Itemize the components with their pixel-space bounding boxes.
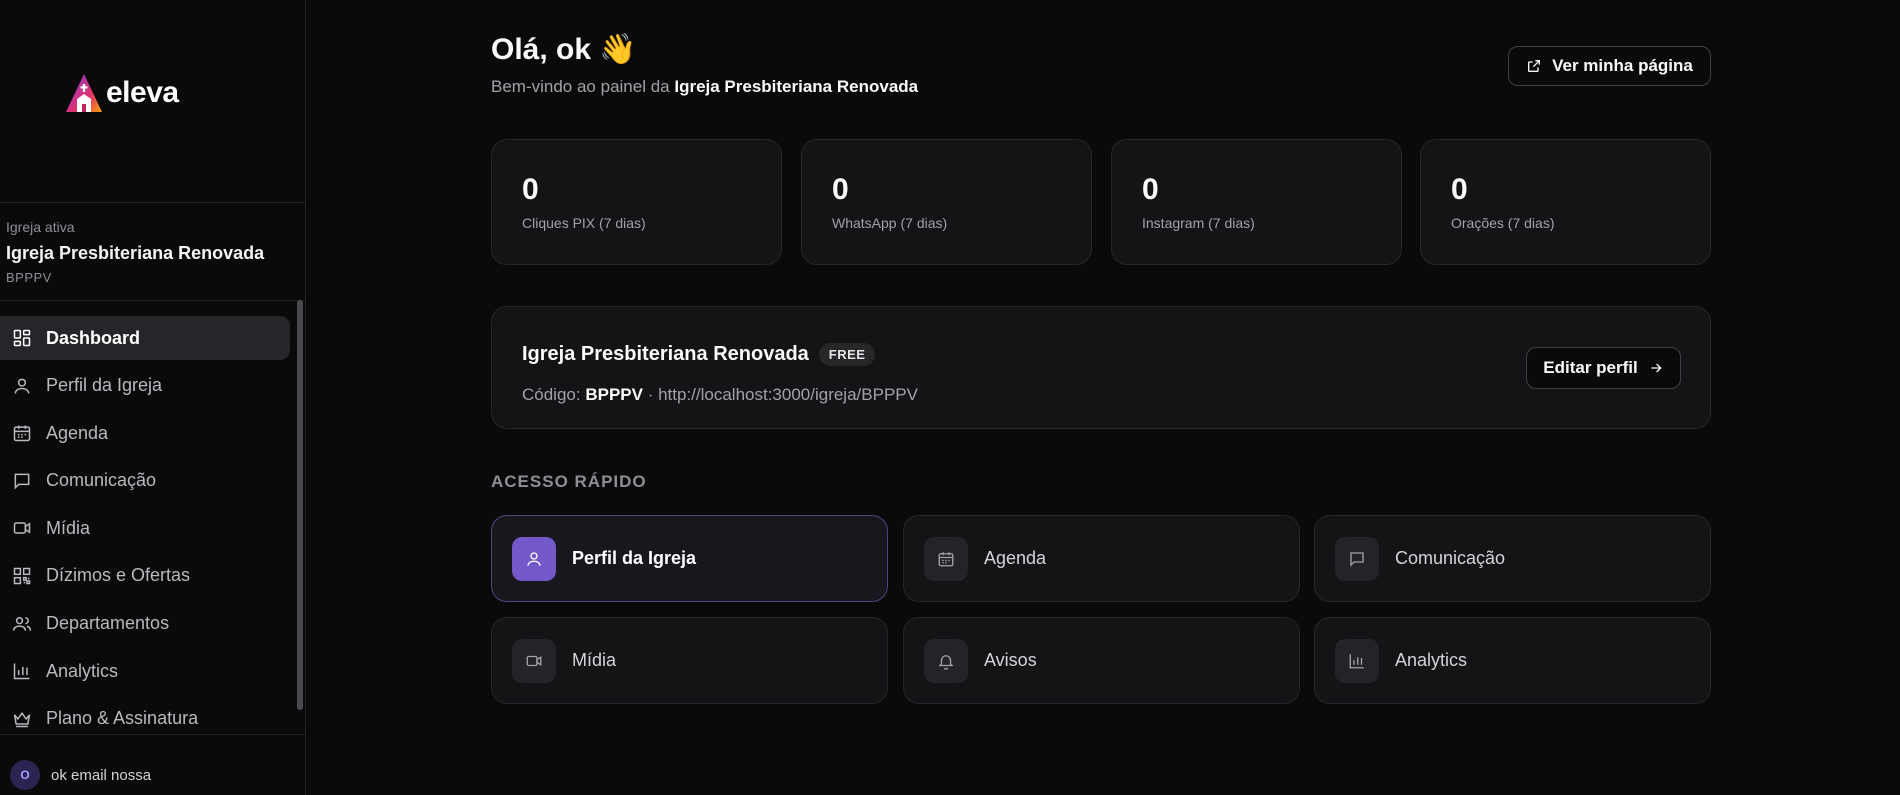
sidebar-divider	[0, 734, 305, 735]
sidebar-item-dizimos[interactable]: Dízimos e Ofertas	[0, 554, 290, 598]
sidebar-item-label: Agenda	[46, 422, 109, 443]
quick-access-agenda[interactable]: Agenda	[903, 515, 1300, 602]
quick-access-label: Analytics	[1395, 650, 1468, 670]
quick-access-comunicacao[interactable]: Comunicação	[1314, 515, 1711, 602]
external-link-icon	[1528, 60, 1541, 72]
church-code: BPPPV	[585, 385, 643, 404]
message-icon	[12, 471, 32, 491]
stat-label: Instagram (7 dias)	[1142, 215, 1255, 231]
sidebar-item-label: Dashboard	[46, 327, 141, 348]
sidebar-item-label: Departamentos	[46, 613, 170, 634]
user-menu[interactable]: O ok email nossa	[10, 760, 151, 790]
active-church-code: BPPPV	[6, 270, 52, 285]
church-profile-card: Igreja Presbiteriana Renovada FREE Códig…	[491, 306, 1711, 429]
page-title: Olá, ok 👋	[491, 33, 637, 66]
quick-access-label: Agenda	[984, 548, 1047, 568]
quick-access-label: Avisos	[984, 650, 1037, 670]
qr-code-icon	[12, 566, 32, 586]
plan-badge: FREE	[818, 343, 876, 366]
sidebar-scrollbar[interactable]	[297, 300, 303, 710]
avatar: O	[10, 760, 40, 790]
sidebar-item-label: Mídia	[46, 517, 91, 538]
video-icon	[512, 638, 556, 683]
brand-logo[interactable]: eleva	[64, 70, 179, 116]
active-church-label: Igreja ativa	[6, 219, 75, 235]
church-profile-heading: Igreja Presbiteriana Renovada FREE	[522, 343, 876, 366]
church-url: · http://localhost:3000/igreja/BPPPV	[642, 385, 918, 404]
sidebar-item-midia[interactable]: Mídia	[0, 506, 290, 550]
active-church: Igreja ativa Igreja Presbiteriana Renova…	[6, 219, 296, 285]
sidebar-item-label: Analytics	[46, 660, 119, 681]
stat-value: 0	[1142, 173, 1159, 206]
sidebar-item-departamentos[interactable]: Departamentos	[0, 602, 290, 646]
sidebar-item-agenda[interactable]: Agenda	[0, 411, 290, 455]
users-icon	[12, 614, 32, 634]
stat-label: WhatsApp (7 dias)	[832, 215, 948, 231]
quick-access-title: ACESSO RÁPIDO	[491, 472, 647, 491]
quick-access-perfil[interactable]: Perfil da Igreja	[491, 515, 888, 602]
user-icon	[512, 536, 556, 581]
quick-access-avisos[interactable]: Avisos	[903, 617, 1300, 704]
arrow-right-icon	[1651, 363, 1662, 373]
stat-card-oracoes: 0 Orações (7 dias)	[1420, 139, 1711, 265]
stat-card-whatsapp: 0 WhatsApp (7 dias)	[801, 139, 1092, 265]
stat-card-instagram: 0 Instagram (7 dias)	[1111, 139, 1402, 265]
stat-value: 0	[832, 173, 849, 206]
calendar-icon	[12, 423, 32, 443]
logo-icon	[66, 74, 102, 112]
sidebar-item-label: Perfil da Igreja	[46, 375, 163, 396]
welcome-prefix: Bem-vindo ao painel da	[491, 77, 675, 96]
sidebar-item-perfil[interactable]: Perfil da Igreja	[0, 364, 290, 408]
active-church-name: Igreja Presbiteriana Renovada	[6, 243, 265, 263]
calendar-icon	[924, 536, 968, 581]
bell-icon	[924, 638, 968, 683]
quick-access-label: Mídia	[572, 650, 617, 670]
user-name: ok email nossa	[51, 766, 152, 784]
sidebar-item-comunicacao[interactable]: Comunicação	[0, 459, 290, 503]
message-icon	[1335, 536, 1379, 581]
quick-access-midia[interactable]: Mídia	[491, 617, 888, 704]
sidebar-item-label: Comunicação	[46, 470, 157, 491]
stat-label: Cliques PIX (7 dias)	[522, 215, 646, 231]
stat-value: 0	[522, 173, 539, 206]
view-my-page-button[interactable]: Ver minha página	[1508, 46, 1711, 86]
stat-value: 0	[1451, 173, 1468, 206]
sidebar-item-analytics[interactable]: Analytics	[0, 649, 290, 693]
view-my-page-label: Ver minha página	[1552, 56, 1693, 75]
brand-name: eleva	[106, 76, 179, 109]
welcome-text: Bem-vindo ao painel da Igreja Presbiteri…	[491, 77, 918, 97]
bar-chart-icon	[12, 661, 32, 681]
stat-card-pix: 0 Cliques PIX (7 dias)	[491, 139, 782, 265]
sidebar-divider	[0, 202, 305, 203]
edit-profile-label: Editar perfil	[1543, 358, 1638, 377]
crown-icon	[12, 709, 32, 729]
quick-access-analytics[interactable]: Analytics	[1314, 617, 1711, 704]
stat-label: Orações (7 dias)	[1451, 215, 1555, 231]
church-code-label: Código:	[522, 385, 586, 404]
dashboard-icon	[12, 328, 32, 348]
church-code-line: Código: BPPPV · http://localhost:3000/ig…	[522, 385, 918, 405]
sidebar: eleva Igreja ativa Igreja Presbiteriana …	[0, 0, 306, 795]
welcome-church-name: Igreja Presbiteriana Renovada	[674, 77, 919, 96]
sidebar-nav: Dashboard Perfil da Igreja Agenda Comuni…	[0, 316, 290, 744]
church-profile-name: Igreja Presbiteriana Renovada	[522, 343, 809, 365]
bar-chart-icon	[1335, 638, 1379, 683]
quick-access-label: Comunicação	[1395, 548, 1506, 568]
sidebar-item-label: Dízimos e Ofertas	[46, 565, 191, 586]
sidebar-divider	[0, 300, 305, 301]
edit-profile-button[interactable]: Editar perfil	[1526, 347, 1681, 389]
quick-access-label: Perfil da Igreja	[572, 548, 697, 568]
user-icon	[12, 376, 32, 396]
sidebar-item-label: Plano & Assinatura	[46, 708, 199, 729]
video-icon	[12, 518, 32, 538]
sidebar-item-dashboard[interactable]: Dashboard	[0, 316, 290, 360]
